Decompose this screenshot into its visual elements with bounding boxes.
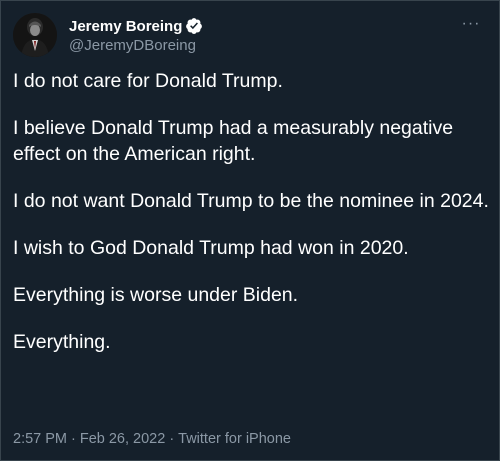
tweet-text: I do not care for Donald Trump. I believ… [13, 68, 489, 376]
verified-badge-icon [185, 17, 203, 35]
tweet-paragraph: I wish to God Donald Trump had won in 20… [13, 237, 409, 259]
tweet-metadata: 2:57 PM · Feb 26, 2022 · Twitter for iPhone [13, 431, 291, 447]
display-name-row: Jeremy Boreing [69, 16, 203, 36]
tweet-paragraph: Everything is worse under Biden. [13, 284, 299, 306]
tweet-time[interactable]: 2:57 PM [13, 431, 67, 447]
tweet-paragraph: I do not care for Donald Trump. [13, 70, 283, 92]
display-name[interactable]: Jeremy Boreing [69, 18, 182, 35]
tweet-paragraph: Everything. [13, 331, 111, 353]
tweet-date[interactable]: Feb 26, 2022 [80, 431, 165, 447]
more-options-icon[interactable]: ··· [457, 13, 485, 35]
avatar[interactable] [13, 13, 57, 57]
meta-separator: · [71, 431, 76, 447]
tweet-paragraph: I believe Donald Trump had a measurably … [13, 117, 454, 165]
tweet-source-link[interactable]: Twitter for iPhone [178, 431, 291, 447]
author-names: Jeremy Boreing @JeremyDBoreing [69, 16, 203, 54]
profile-photo [13, 13, 57, 57]
tweet-paragraph: I do not want Donald Trump to be the nom… [13, 190, 489, 212]
author-handle[interactable]: @JeremyDBoreing [69, 37, 203, 54]
meta-separator: · [169, 431, 175, 447]
tweet-header: Jeremy Boreing @JeremyDBoreing ··· [13, 13, 489, 59]
tweet-card: Jeremy Boreing @JeremyDBoreing ··· I do … [0, 0, 500, 461]
